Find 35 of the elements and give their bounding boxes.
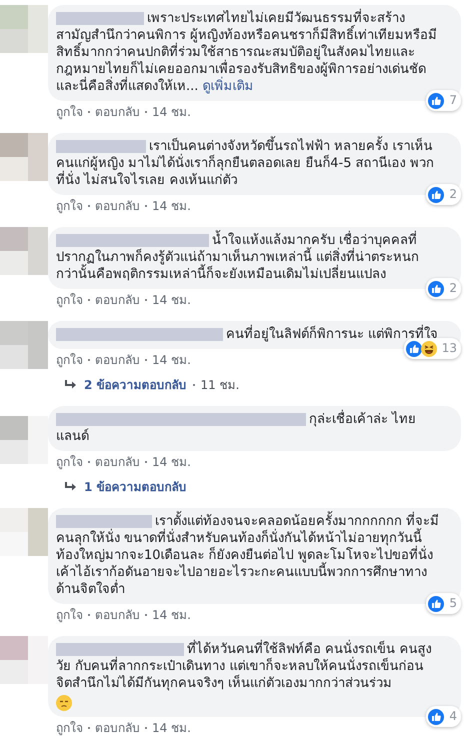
reaction-count[interactable]: 2 <box>426 278 461 299</box>
reaction-count[interactable]: 2 <box>426 184 461 205</box>
reply-link[interactable]: ตอบกลับ <box>95 454 140 470</box>
reply-link[interactable]: ตอบกลับ <box>95 352 140 368</box>
timestamp: 11 ชม. <box>200 377 240 393</box>
reply-arrow-icon <box>64 380 78 390</box>
timestamp[interactable]: 14 ชม. <box>152 198 191 214</box>
reaction-count[interactable]: 13 <box>404 338 461 359</box>
comment-text: ที่ได้หวันคนที่ใช้ลิฟท์คือ คนนั่งรถเข็น คนสูงวัย กับคนที่ลากกระเป๋าเดินทาง แต่เขาก็จะหลบให้คนนั่งรถเข็นก่อน จิตสำนึกไม่ได้มีกันทุกคนจริงๆ เห็นแก่ตัวเองมากกว่าส่วนร่วม <box>56 641 441 692</box>
reaction-count[interactable]: 5 <box>426 593 461 614</box>
reaction-count[interactable]: 7 <box>426 90 461 111</box>
reply-link[interactable]: ตอบกลับ <box>95 292 140 308</box>
see-more-link[interactable]: ดูเพิ่มเติม <box>202 79 254 94</box>
like-link[interactable]: ถูกใจ <box>56 104 83 120</box>
timestamp[interactable]: 14 ชม. <box>152 454 191 470</box>
reply-link[interactable]: ตอบกลับ <box>95 198 140 214</box>
timestamp[interactable]: 14 ชม. <box>152 292 191 308</box>
reply-link[interactable]: ตอบกลับ <box>95 720 140 736</box>
like-link[interactable]: ถูกใจ <box>56 720 83 736</box>
reaction-count[interactable]: 4 <box>426 706 461 727</box>
timestamp[interactable]: 14 ชม. <box>152 104 191 120</box>
timestamp[interactable]: 14 ชม. <box>152 720 191 736</box>
like-link[interactable]: ถูกใจ <box>56 607 83 623</box>
reply-link[interactable]: ตอบกลับ <box>95 104 140 120</box>
view-replies-link[interactable]: 2 ข้อความตอบกลับ <box>84 377 187 393</box>
like-link[interactable]: ถูกใจ <box>56 198 83 214</box>
comment-text: กุล่ะเชื่อเค้าล่ะ ไทยแลนด์ <box>56 411 441 445</box>
like-link[interactable]: ถูกใจ <box>56 454 83 470</box>
reply-arrow-icon <box>64 482 78 492</box>
timestamp[interactable]: 14 ชม. <box>152 607 191 623</box>
timestamp[interactable]: 14 ชม. <box>152 352 191 368</box>
like-link[interactable]: ถูกใจ <box>56 352 83 368</box>
view-replies-link[interactable]: 1 ข้อความตอบกลับ <box>84 479 187 495</box>
reply-link[interactable]: ตอบกลับ <box>95 607 140 623</box>
like-link[interactable]: ถูกใจ <box>56 292 83 308</box>
